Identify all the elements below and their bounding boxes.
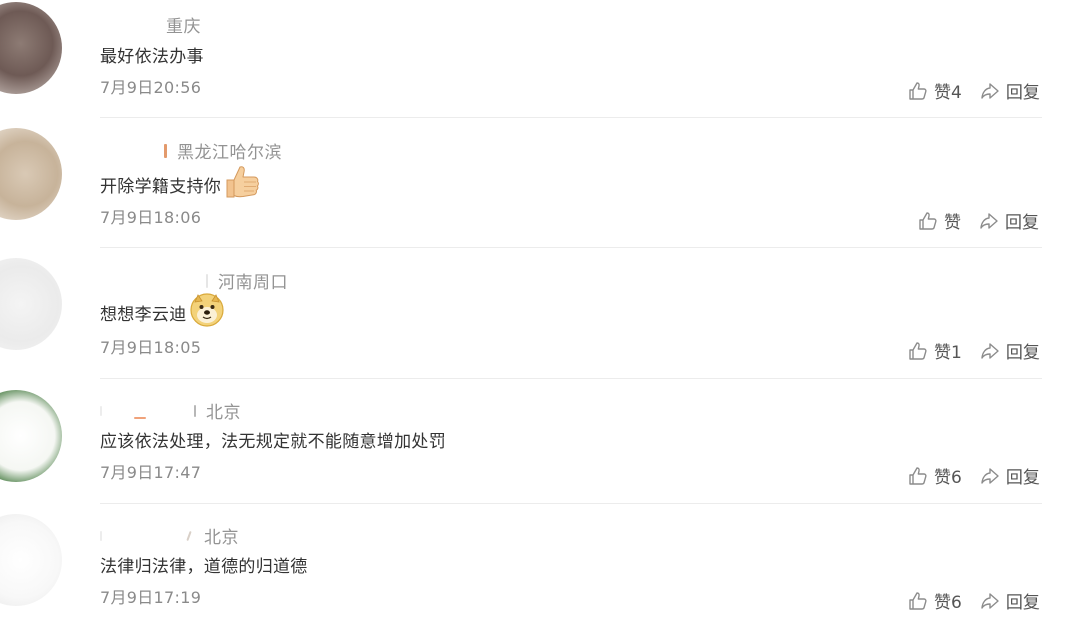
reply-button[interactable]: 回复	[979, 208, 1039, 233]
user-badge	[186, 530, 192, 541]
comment-divider	[100, 117, 1042, 118]
avatar[interactable]	[0, 2, 62, 94]
reply-label: 回复	[1005, 83, 1040, 103]
user-location: 重庆	[166, 17, 201, 37]
comment-text: 想想李云迪	[100, 292, 225, 333]
comment-header: 黑龙江哈尔滨	[164, 138, 282, 163]
reply-arrow-icon	[981, 82, 999, 99]
comment-body: 想想李云迪	[100, 304, 187, 325]
reply-label: 回复	[1005, 468, 1040, 488]
user-badge	[134, 416, 146, 419]
like-button[interactable]: 赞	[918, 208, 961, 233]
user-badge	[100, 530, 102, 541]
reply-label: 回复	[1005, 343, 1040, 363]
reply-button[interactable]: 回复	[980, 588, 1040, 613]
like-button[interactable]: 赞6	[908, 463, 962, 488]
like-count: 赞6	[934, 468, 962, 488]
user-badge	[194, 404, 196, 417]
comment-body: 应该依法处理，法无规定就不能随意增加处罚	[100, 431, 446, 452]
avatar[interactable]	[0, 514, 62, 606]
avatar[interactable]	[0, 128, 62, 220]
reply-button[interactable]: 回复	[980, 338, 1040, 363]
reply-label: 回复	[1005, 213, 1039, 233]
comment-actions: 赞6 回复	[908, 588, 1040, 613]
comment-time: 7月9日17:19	[100, 588, 202, 607]
comment-text: 最好依法办事	[100, 42, 204, 67]
user-badge	[206, 273, 208, 288]
comment-actions: 赞1 回复	[908, 338, 1040, 363]
comment-header: 北京	[100, 398, 241, 423]
comment-header: 河南周口	[206, 268, 288, 293]
avatar[interactable]	[0, 258, 62, 350]
reply-label: 回复	[1005, 593, 1040, 613]
comment-body: 开除学籍支持你	[100, 176, 222, 197]
comment-header: 重庆	[166, 12, 201, 37]
doge-icon	[189, 292, 225, 333]
thumbs-up-outline-icon	[919, 211, 937, 230]
like-button[interactable]: 赞4	[908, 78, 962, 103]
like-count: 赞	[944, 213, 961, 233]
comment-actions: 赞4 回复	[908, 78, 1040, 103]
avatar[interactable]	[0, 390, 62, 482]
comment-divider	[100, 247, 1042, 248]
comment-time: 7月9日17:47	[100, 463, 202, 482]
comment-body: 法律归法律，道德的归道德	[100, 556, 308, 577]
comment-text: 开除学籍支持你	[100, 164, 261, 205]
comment-header: 北京	[100, 523, 239, 548]
like-button[interactable]: 赞6	[908, 588, 962, 613]
comment-divider	[100, 378, 1042, 379]
comment-divider	[100, 503, 1042, 504]
user-location: 北京	[204, 528, 239, 548]
comment-text: 法律归法律，道德的归道德	[100, 552, 308, 577]
reply-arrow-icon	[981, 342, 999, 359]
thumbs-up-outline-icon	[909, 591, 927, 610]
reply-arrow-icon	[980, 212, 998, 229]
reply-button[interactable]: 回复	[980, 463, 1040, 488]
comment-time: 7月9日18:05	[100, 338, 202, 357]
reply-arrow-icon	[981, 592, 999, 609]
thumbs-up-outline-icon	[909, 81, 927, 100]
reply-arrow-icon	[981, 467, 999, 484]
user-location: 北京	[206, 403, 241, 423]
comment-time: 7月9日20:56	[100, 78, 202, 97]
thumbs-up-icon	[223, 164, 261, 205]
like-button[interactable]: 赞1	[908, 338, 962, 363]
like-count: 赞4	[934, 83, 962, 103]
like-count: 赞6	[934, 593, 962, 613]
comment-time: 7月9日18:06	[100, 208, 202, 227]
comment-body: 最好依法办事	[100, 46, 204, 67]
comment-actions: 赞 回复	[918, 208, 1039, 233]
thumbs-up-outline-icon	[909, 466, 927, 485]
comment-text: 应该依法处理，法无规定就不能随意增加处罚	[100, 427, 446, 452]
user-badge	[164, 143, 167, 158]
reply-button[interactable]: 回复	[980, 78, 1040, 103]
like-count: 赞1	[934, 343, 962, 363]
user-badge	[100, 405, 102, 416]
thumbs-up-outline-icon	[909, 341, 927, 360]
user-location: 黑龙江哈尔滨	[177, 143, 282, 163]
comment-actions: 赞6 回复	[908, 463, 1040, 488]
user-location: 河南周口	[218, 273, 288, 293]
